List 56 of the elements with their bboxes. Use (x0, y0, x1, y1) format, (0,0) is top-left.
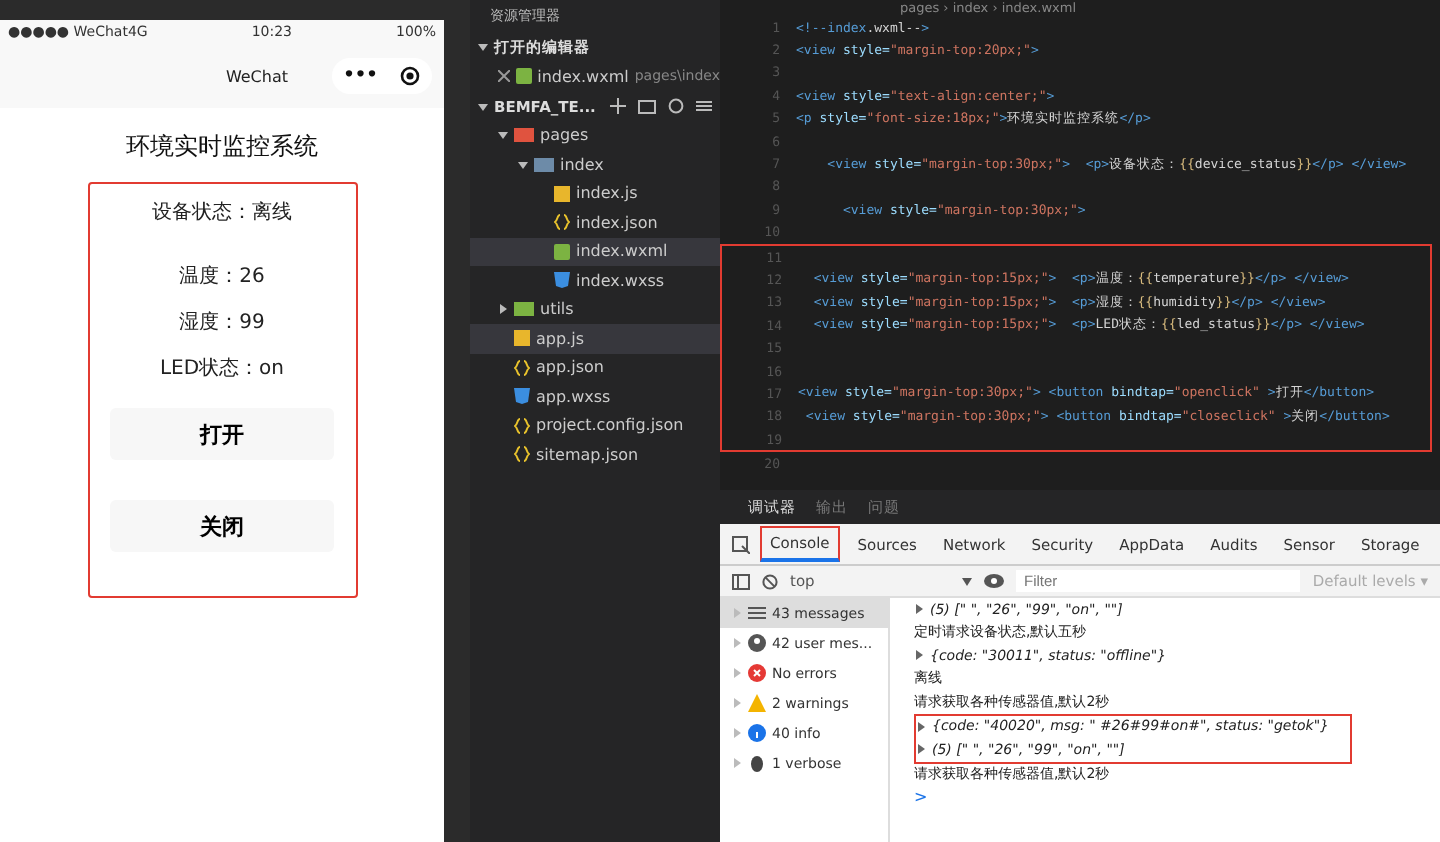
inspect-icon[interactable] (732, 535, 750, 553)
tree-item[interactable]: app.wxss (470, 382, 720, 411)
warning-icon (748, 694, 766, 712)
sensor-reading: 湿度：99 (179, 310, 265, 338)
caret-right-icon[interactable] (916, 721, 926, 732)
caret-down-icon[interactable] (518, 159, 528, 170)
list-icon (748, 606, 766, 620)
tree-item[interactable]: pages (470, 121, 720, 150)
braces-icon (514, 417, 530, 434)
info-icon (748, 724, 766, 742)
caret-down-icon[interactable] (478, 42, 488, 52)
js-file-icon (514, 330, 530, 347)
tree-item[interactable]: index.js (470, 179, 720, 208)
caret-right-icon[interactable] (914, 604, 924, 615)
tree-item[interactable]: sitemap.json (470, 440, 720, 469)
sensor-reading: LED状态：on (159, 356, 285, 384)
braces-icon (514, 359, 530, 376)
css-file-icon (554, 272, 570, 289)
folder-icon (514, 302, 534, 317)
caret-down-icon[interactable] (478, 101, 488, 111)
tree-item[interactable]: index.wxml (470, 237, 720, 266)
caret-down-icon[interactable] (962, 577, 972, 585)
js-file-icon (554, 185, 570, 202)
caret-down-icon[interactable] (498, 130, 508, 141)
action-button[interactable]: 关闭 (110, 500, 334, 552)
tree-item[interactable]: index.json (470, 208, 720, 237)
tree-item[interactable]: project.config.json (470, 411, 720, 440)
plus-icon[interactable] (609, 98, 626, 114)
action-button[interactable]: 打开 (110, 408, 334, 460)
device-status: 设备状态：离线 (152, 200, 292, 228)
caret-right-icon[interactable] (498, 304, 508, 315)
sensor-reading: 温度：26 (179, 264, 265, 292)
caret-right-icon[interactable] (916, 744, 926, 755)
error-icon (748, 664, 766, 682)
caret-right-icon[interactable] (914, 650, 924, 661)
target-icon[interactable] (400, 66, 421, 86)
capsule-menu[interactable]: ••• (332, 58, 432, 94)
tree-item[interactable]: index (470, 150, 720, 179)
user-icon (748, 634, 766, 652)
tree-item[interactable]: utils (470, 295, 720, 324)
wxml-file-icon (554, 243, 570, 260)
close-icon[interactable] (498, 70, 510, 83)
nav-title: WeChat (225, 67, 288, 85)
wxml-file-icon (515, 68, 532, 85)
css-file-icon (514, 388, 530, 405)
braces-icon (514, 446, 530, 463)
collapse-icon[interactable] (695, 98, 712, 114)
block-icon[interactable] (762, 573, 778, 589)
eye-icon[interactable] (984, 574, 1004, 588)
page-title: 环境实时监控系统 (126, 130, 318, 164)
tree-item[interactable]: app.json (470, 353, 720, 382)
braces-icon (554, 214, 570, 231)
sidebar-toggle-icon[interactable] (732, 573, 750, 589)
console-prompt[interactable]: > (914, 788, 928, 807)
tree-item[interactable]: app.js (470, 324, 720, 353)
tree-item[interactable]: index.wxss (470, 266, 720, 295)
